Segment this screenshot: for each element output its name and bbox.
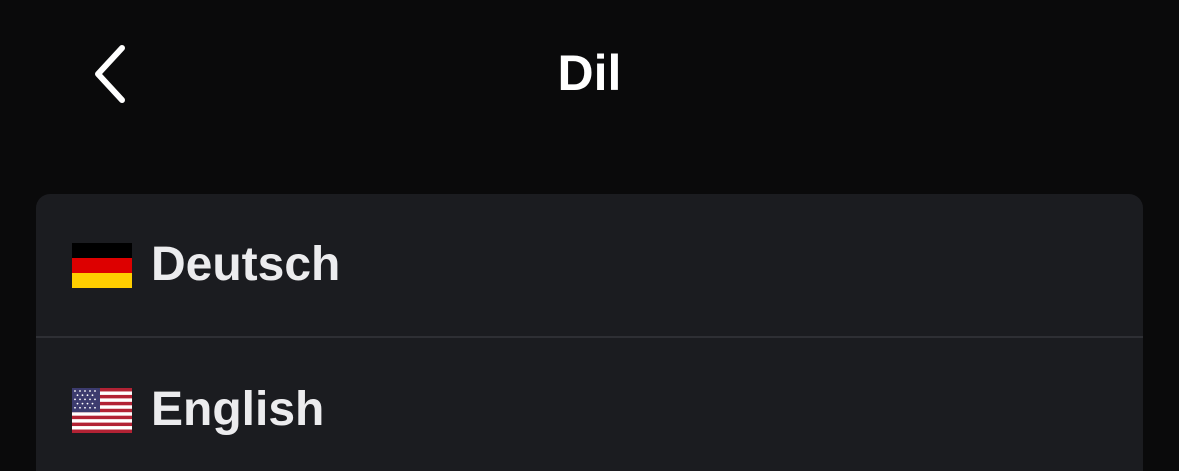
language-item-english[interactable]: English	[36, 336, 1143, 471]
header: Dil	[0, 0, 1179, 150]
language-label: Deutsch	[151, 238, 341, 291]
language-item-deutsch[interactable]: Deutsch	[36, 194, 1143, 336]
germany-flag-icon	[72, 243, 132, 288]
language-label: English	[151, 383, 325, 436]
us-flag-icon	[72, 388, 132, 433]
language-settings-screen: Dil Deutsch English	[0, 0, 1179, 471]
page-title: Dil	[557, 45, 622, 101]
language-list: Deutsch English	[36, 194, 1143, 471]
